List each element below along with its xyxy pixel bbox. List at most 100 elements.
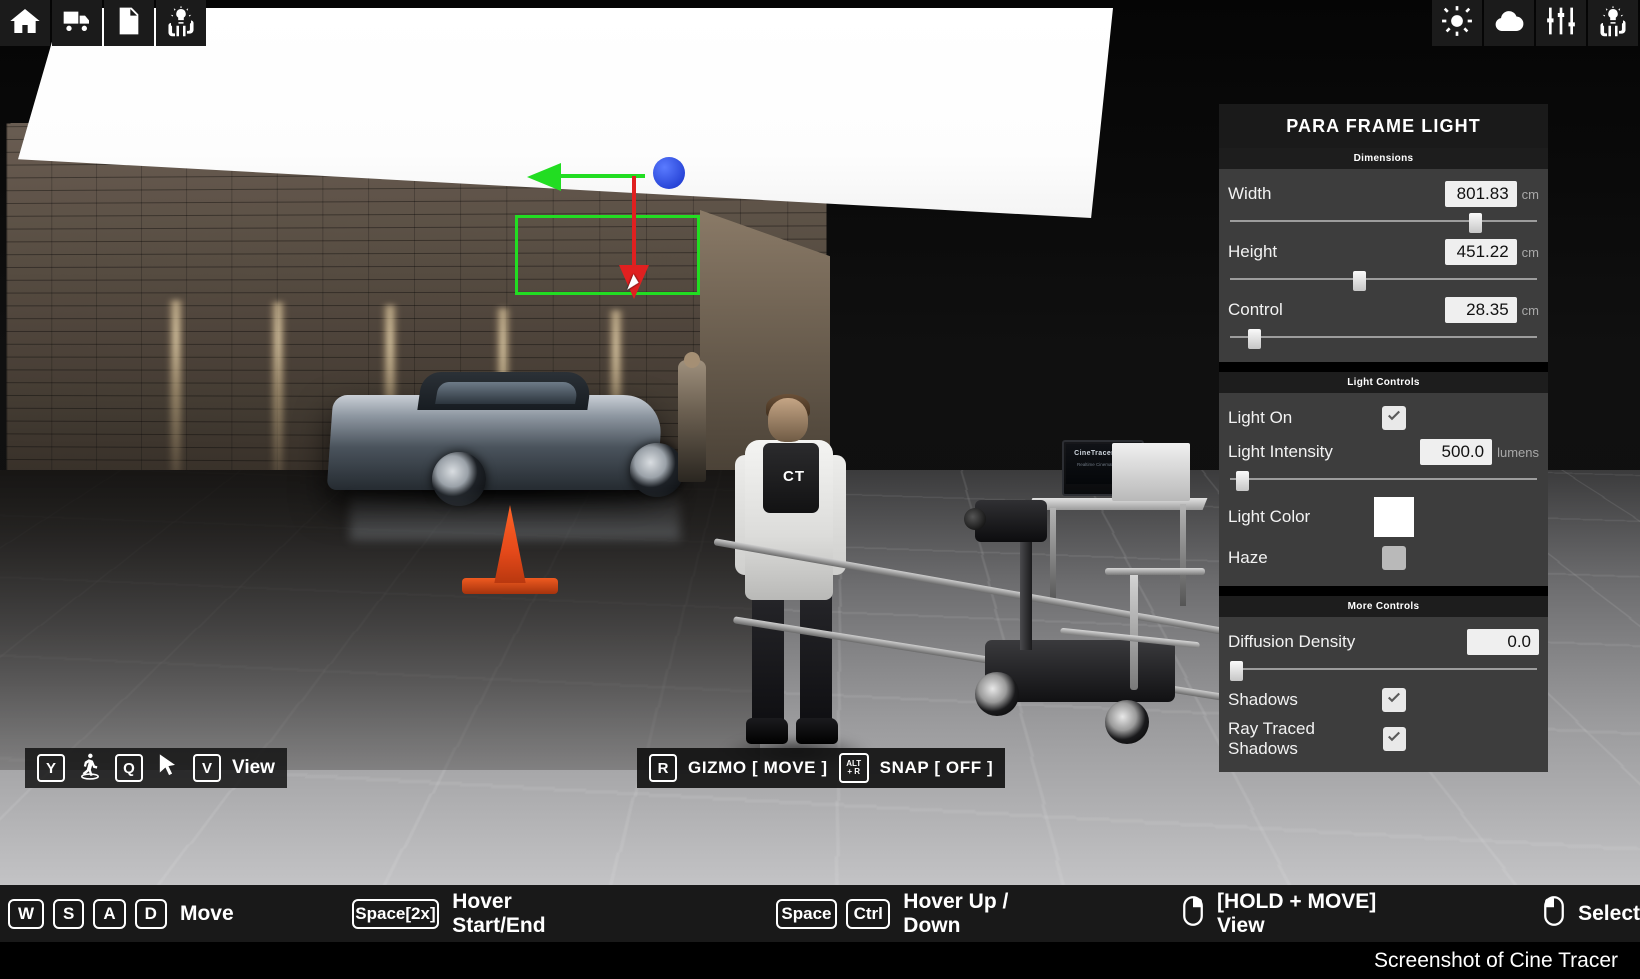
bottom-control-bar: W S A D Move Space[2x] Hover Start/End S…	[0, 885, 1640, 942]
character-leg	[800, 588, 832, 728]
height-input[interactable]: 451.22	[1444, 239, 1517, 265]
section-header-more-controls: More Controls	[1219, 596, 1548, 617]
control-slider[interactable]	[1230, 329, 1537, 349]
section-header-light-controls: Light Controls	[1219, 372, 1548, 393]
panel-scroll-area[interactable]: Dimensions Width 801.83 cm Height 451.22…	[1219, 148, 1548, 772]
light-properties-panel: PARA FRAME LIGHT Dimensions Width 801.83…	[1219, 104, 1548, 772]
desk-leg	[1180, 504, 1186, 606]
toolbar-settings-button[interactable]	[1536, 0, 1586, 46]
character-head	[768, 398, 808, 442]
key-space-2x[interactable]: Space[2x]	[351, 898, 440, 929]
haze-checkbox[interactable]	[1382, 546, 1406, 570]
toolbar-cloud-button[interactable]	[1484, 0, 1534, 46]
key-a[interactable]: A	[93, 898, 126, 929]
key-w[interactable]: W	[8, 898, 45, 929]
screenshot-caption: Screenshot of Cine Tracer	[0, 942, 1640, 979]
camera-lens	[964, 508, 986, 530]
diffusion-density-slider-track	[1230, 668, 1537, 670]
gizmo-y-axis-arrow[interactable]	[527, 163, 561, 191]
gizmo-x-axis[interactable]	[632, 176, 636, 276]
toolbar-home-button[interactable]	[0, 0, 50, 46]
diffusion-density-slider[interactable]	[1230, 661, 1537, 681]
row-label-width: Width	[1228, 184, 1272, 203]
toolbar-sun-button[interactable]	[1432, 0, 1482, 46]
height-slider-thumb[interactable]	[1352, 271, 1366, 291]
light-on-checkbox[interactable]	[1382, 406, 1406, 430]
background-character-head	[684, 352, 700, 368]
background-character[interactable]	[678, 360, 706, 482]
light-intensity-slider-track	[1230, 478, 1537, 480]
light-intensity-slider-thumb[interactable]	[1236, 471, 1250, 491]
row-label-control: Control	[1228, 300, 1283, 319]
light-intensity-input[interactable]: 500.0	[1420, 439, 1493, 465]
key-space[interactable]: Space	[775, 898, 838, 929]
shadows-checkbox[interactable]	[1382, 688, 1406, 712]
move-label: Move	[179, 901, 234, 925]
snap-key-line2: + R	[847, 767, 860, 776]
top-left-toolbar	[0, 0, 206, 46]
diffusion-density-slider-thumb[interactable]	[1230, 661, 1243, 681]
light-intensity-unit: lumens	[1497, 444, 1539, 460]
car-wheel	[630, 443, 684, 497]
key-s[interactable]: S	[53, 898, 85, 929]
toolbar-lighting-button[interactable]	[156, 0, 206, 46]
diffusion-density-input[interactable]: 0.0	[1467, 629, 1539, 655]
section-body-dimensions: Width 801.83 cm Height 451.22 cm Control…	[1219, 169, 1548, 362]
hover-start-end-label: Hover Start/End	[452, 889, 546, 937]
equipment-case	[1112, 443, 1190, 501]
cloud-icon	[1493, 5, 1525, 42]
width-slider-track	[1230, 220, 1537, 222]
width-input[interactable]: 801.83	[1444, 181, 1517, 207]
home-icon	[9, 5, 41, 42]
toolbar-document-button[interactable]	[104, 0, 154, 46]
walk-icon	[76, 752, 104, 785]
hud-key-y[interactable]: Y	[37, 754, 65, 782]
dolly-column	[1020, 540, 1032, 650]
dolly-wheel	[975, 672, 1019, 716]
key-d[interactable]: D	[134, 898, 167, 929]
key-ctrl[interactable]: Ctrl	[846, 898, 891, 929]
hud-key-v[interactable]: V	[193, 754, 221, 782]
snap-key-alt-r[interactable]: ALT + R	[838, 753, 869, 783]
toolbar-lighting-button-right[interactable]	[1588, 0, 1638, 46]
light-hands-icon	[1597, 5, 1629, 42]
width-slider[interactable]	[1230, 213, 1537, 233]
bottom-group-hover-up-down: Space Ctrl Hover Up / Down	[775, 890, 1042, 938]
row-label-light-intensity: Light Intensity	[1228, 442, 1333, 461]
width-unit: cm	[1521, 186, 1539, 202]
section-divider	[1219, 362, 1548, 372]
top-right-toolbar	[1432, 0, 1638, 46]
hud-view-label: View	[232, 757, 275, 778]
bottom-group-move: W S A D Move	[8, 898, 234, 929]
dolly-wheel	[1105, 700, 1149, 744]
check-icon	[1385, 728, 1403, 751]
transform-gizmo[interactable]	[505, 145, 735, 310]
height-slider[interactable]	[1230, 271, 1537, 291]
row-label-height: Height	[1228, 242, 1278, 261]
gizmo-z-axis-handle[interactable]	[653, 157, 685, 189]
check-icon	[1385, 689, 1403, 712]
ray-traced-shadows-checkbox[interactable]	[1382, 727, 1406, 751]
row-light-color: Light Color	[1228, 493, 1539, 541]
row-haze: Haze	[1228, 541, 1539, 575]
row-label-shadows: Shadows	[1228, 690, 1298, 709]
cine-tracer-window: CT CineTracer RTX Realtime Cinematograph…	[0, 0, 1640, 979]
row-ray-traced-shadows: Ray Traced Shadows	[1228, 717, 1539, 761]
control-input[interactable]: 28.35	[1444, 297, 1517, 323]
car-window	[435, 382, 579, 404]
row-width: Width 801.83 cm	[1228, 177, 1539, 211]
character-boot	[746, 718, 788, 744]
toolbar-truck-button[interactable]	[52, 0, 102, 46]
hud-key-q[interactable]: Q	[115, 754, 143, 782]
control-unit: cm	[1521, 302, 1539, 318]
light-color-swatch[interactable]	[1374, 497, 1414, 537]
control-slider-thumb[interactable]	[1248, 329, 1262, 349]
view-mode-hud: Y Q V View	[25, 748, 287, 788]
gizmo-key-r[interactable]: R	[649, 754, 677, 782]
width-slider-thumb[interactable]	[1469, 213, 1483, 233]
light-intensity-slider[interactable]	[1230, 471, 1537, 491]
height-unit: cm	[1521, 244, 1539, 260]
gizmo-mode-hud: R GIZMO [ MOVE ] ALT + R SNAP [ OFF ]	[637, 748, 1006, 788]
dolly-push-bar	[1105, 568, 1205, 575]
document-icon	[113, 5, 145, 42]
